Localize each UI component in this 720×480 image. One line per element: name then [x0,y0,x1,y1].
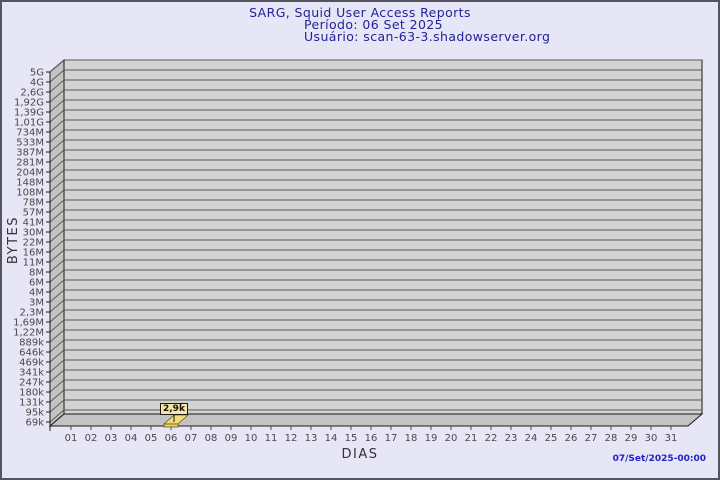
x-tick-label: 30 [645,433,658,444]
x-tick-label: 16 [365,433,378,444]
bar-front-face [163,423,179,428]
x-tick-label: 01 [65,433,78,444]
x-tick-label: 09 [225,433,238,444]
x-tick-label: 21 [465,433,478,444]
x-tick-label: 06 [165,433,178,444]
y-tick-label: 69k [25,418,44,429]
x-tick-label: 13 [305,433,318,444]
generation-timestamp: 07/Set/2025-00:00 [612,454,706,464]
x-tick-label: 11 [265,433,278,444]
x-tick-label: 25 [545,433,558,444]
x-tick-label: 08 [205,433,218,444]
plot-area [63,59,703,415]
x-tick-label: 29 [625,433,638,444]
x-tick-label: 07 [185,433,198,444]
data-point-flag: 2,9k [160,403,188,415]
x-tick-label: 05 [145,433,158,444]
x-tick-label: 28 [605,433,618,444]
x-axis-title: DIAS [341,447,379,462]
y-axis-title: BYTES [6,216,21,265]
x-tick-label: 03 [105,433,118,444]
x-tick-label: 27 [585,433,598,444]
x-tick-label: 19 [425,433,438,444]
x-tick-label: 20 [445,433,458,444]
sarg-report-canvas: SARG, Squid User Access Reports Período:… [0,0,720,480]
left-wall-3d [49,58,65,428]
x-tick-label: 31 [665,433,678,444]
x-tick-label: 24 [525,433,538,444]
access-bytes-chart: 5G4G2,6G1,92G1,39G1,01G734M533M387M281M2… [13,58,704,444]
x-tick-label: 14 [325,433,338,444]
x-tick-label: 18 [405,433,418,444]
floor-3d [48,413,704,427]
x-tick-label: 22 [485,433,498,444]
x-tick-label: 10 [245,433,258,444]
x-tick-label: 23 [505,433,518,444]
x-tick-label: 02 [85,433,98,444]
x-tick-label: 26 [565,433,578,444]
x-tick-label: 17 [385,433,398,444]
x-tick-label: 04 [125,433,138,444]
x-tick-label: 12 [285,433,298,444]
x-tick-label: 15 [345,433,358,444]
